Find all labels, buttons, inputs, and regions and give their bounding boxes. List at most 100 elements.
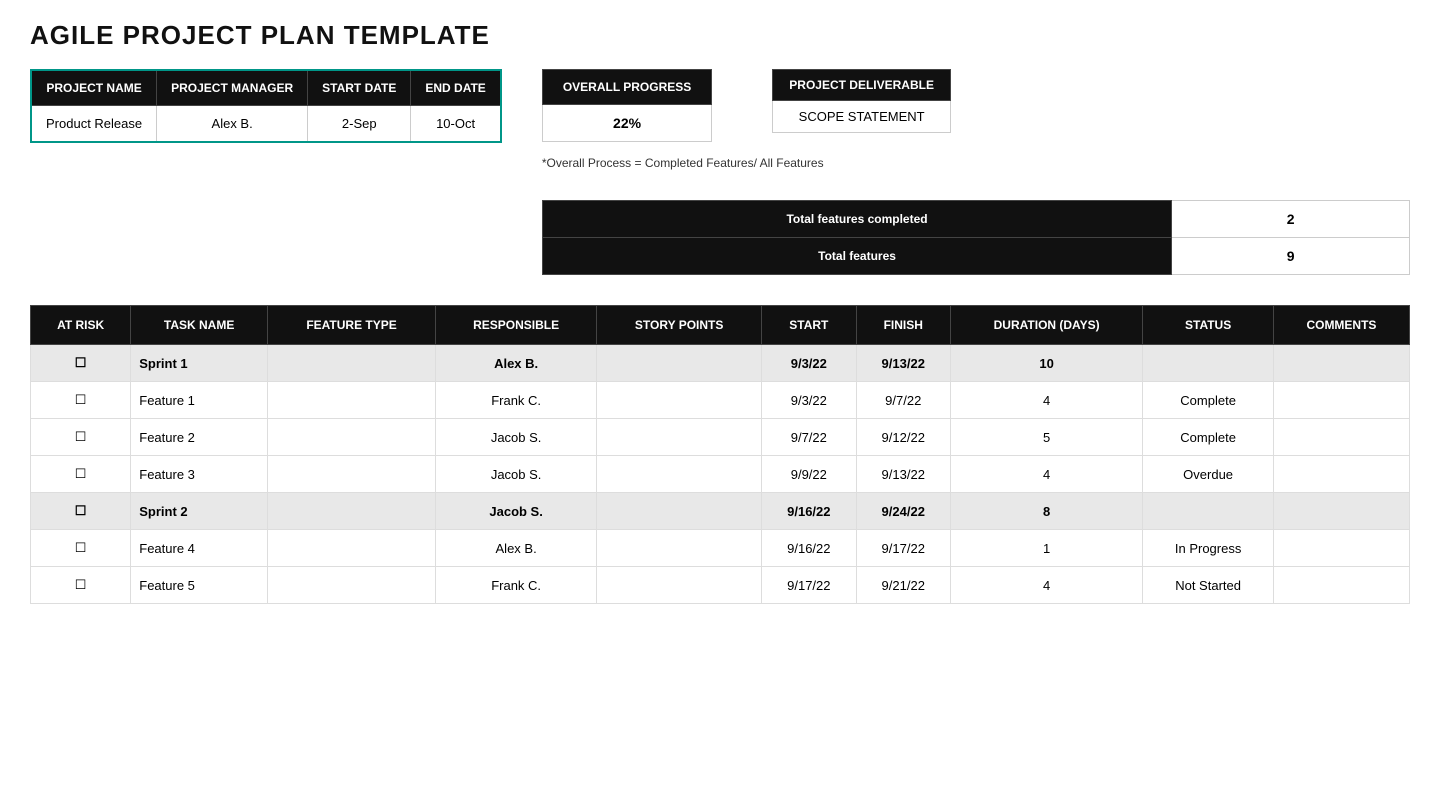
story-points-cell: [597, 567, 762, 604]
deliverable-header: PROJECT DELIVERABLE: [773, 70, 951, 101]
start-cell: 9/17/22: [762, 567, 856, 604]
end-date-value: 10-Oct: [411, 106, 501, 143]
table-row: ☐Feature 5 Frank C. 9/17/229/21/224Not Sta…: [31, 567, 1410, 604]
comments-cell: [1273, 419, 1409, 456]
duration-cell: 4: [950, 567, 1142, 604]
feature-type-cell: [268, 493, 436, 530]
col-at-risk: AT RISK: [31, 306, 131, 345]
top-section: PROJECT NAME PROJECT MANAGER START DATE …: [30, 69, 1410, 275]
status-cell: Complete: [1143, 419, 1274, 456]
overall-progress-value: 22%: [542, 105, 711, 142]
task-name-cell: Feature 5: [131, 567, 268, 604]
status-cell: In Progress: [1143, 530, 1274, 567]
comments-cell: [1273, 493, 1409, 530]
project-info-row: Product Release Alex B. 2-Sep 10-Oct: [31, 106, 501, 143]
responsible-cell: Alex B.: [436, 530, 597, 567]
table-row: ☐Sprint 2 Jacob S. 9/16/229/24/228: [31, 493, 1410, 530]
table-row: ☐Feature 1Frank C.9/3/229/7/224Complete: [31, 382, 1410, 419]
story-points-cell: [597, 456, 762, 493]
duration-cell: 1: [950, 530, 1142, 567]
start-date-value: 2-Sep: [308, 106, 411, 143]
table-row: ☐Feature 2Jacob S.9/7/229/12/225Complete: [31, 419, 1410, 456]
finish-cell: 9/24/22: [856, 493, 950, 530]
finish-cell: 9/21/22: [856, 567, 950, 604]
at-risk-cell: ☐: [31, 530, 131, 567]
status-cell: Overdue: [1143, 456, 1274, 493]
main-table-wrapper: AT RISK TASK NAME FEATURE TYPE RESPONSIB…: [30, 305, 1410, 604]
finish-cell: 9/7/22: [856, 382, 950, 419]
totals-table: Total features completed 2 Total feature…: [542, 200, 1410, 275]
col-comments: COMMENTS: [1273, 306, 1409, 345]
comments-cell: [1273, 530, 1409, 567]
finish-cell: 9/13/22: [856, 345, 950, 382]
comments-cell: [1273, 456, 1409, 493]
task-table-header-row: AT RISK TASK NAME FEATURE TYPE RESPONSIB…: [31, 306, 1410, 345]
col-end-date: END DATE: [411, 70, 501, 106]
finish-cell: 9/12/22: [856, 419, 950, 456]
right-section: OVERALL PROGRESS 22% PROJECT DELIVERABLE: [542, 69, 1410, 275]
totals-row-total: Total features 9: [542, 238, 1409, 275]
col-start: START: [762, 306, 856, 345]
col-feature-type: FEATURE TYPE: [268, 306, 436, 345]
start-cell: 9/9/22: [762, 456, 856, 493]
start-cell: 9/16/22: [762, 493, 856, 530]
table-row: ☐Feature 3Jacob S.9/9/229/13/224Overdue: [31, 456, 1410, 493]
task-name-cell: Feature 4: [131, 530, 268, 567]
responsible-cell: Jacob S.: [436, 456, 597, 493]
overall-progress-header: OVERALL PROGRESS: [542, 70, 711, 105]
responsible-cell: Jacob S.: [436, 493, 597, 530]
project-manager-value: Alex B.: [157, 106, 308, 143]
task-name-cell: Sprint 1: [131, 345, 268, 382]
task-table: AT RISK TASK NAME FEATURE TYPE RESPONSIB…: [30, 305, 1410, 604]
feature-type-cell: [268, 419, 436, 456]
col-duration: DURATION (DAYS): [950, 306, 1142, 345]
task-name-cell: Feature 3: [131, 456, 268, 493]
start-cell: 9/7/22: [762, 419, 856, 456]
duration-cell: 8: [950, 493, 1142, 530]
col-status: STATUS: [1143, 306, 1274, 345]
col-responsible: RESPONSIBLE: [436, 306, 597, 345]
finish-cell: 9/13/22: [856, 456, 950, 493]
duration-cell: 4: [950, 382, 1142, 419]
status-cell: Complete: [1143, 382, 1274, 419]
feature-type-cell: [268, 382, 436, 419]
task-name-cell: Feature 1: [131, 382, 268, 419]
project-info-table: PROJECT NAME PROJECT MANAGER START DATE …: [30, 69, 502, 143]
finish-cell: 9/17/22: [856, 530, 950, 567]
task-name-cell: Sprint 2: [131, 493, 268, 530]
totals-row-completed: Total features completed 2: [542, 201, 1409, 238]
col-task-name: TASK NAME: [131, 306, 268, 345]
story-points-cell: [597, 419, 762, 456]
comments-cell: [1273, 345, 1409, 382]
status-cell: [1143, 345, 1274, 382]
table-row: ☐Feature 4 Alex B. 9/16/229/17/221In Progr…: [31, 530, 1410, 567]
start-cell: 9/3/22: [762, 382, 856, 419]
task-name-cell: Feature 2: [131, 419, 268, 456]
responsible-cell: Alex B.: [436, 345, 597, 382]
formula-note: *Overall Process = Completed Features/ A…: [542, 156, 1410, 170]
start-cell: 9/16/22: [762, 530, 856, 567]
col-project-manager: PROJECT MANAGER: [157, 70, 308, 106]
at-risk-cell: ☐: [31, 456, 131, 493]
table-row: ☐Sprint 1Alex B.9/3/229/13/2210: [31, 345, 1410, 382]
status-cell: Not Started: [1143, 567, 1274, 604]
totals-completed-value: 2: [1172, 201, 1410, 238]
at-risk-cell: ☐: [31, 493, 131, 530]
feature-type-cell: [268, 567, 436, 604]
col-story-points: STORY POINTS: [597, 306, 762, 345]
story-points-cell: [597, 493, 762, 530]
at-risk-cell: ☐: [31, 567, 131, 604]
totals-completed-label: Total features completed: [542, 201, 1171, 238]
responsible-cell: Frank C.: [436, 567, 597, 604]
page-title: AGILE PROJECT PLAN TEMPLATE: [30, 20, 1410, 51]
at-risk-cell: ☐: [31, 345, 131, 382]
deliverable-table: PROJECT DELIVERABLE SCOPE STATEMENT: [772, 69, 951, 133]
at-risk-cell: ☐: [31, 382, 131, 419]
overall-progress-table: OVERALL PROGRESS 22%: [542, 69, 712, 142]
status-cell: [1143, 493, 1274, 530]
feature-type-cell: [268, 530, 436, 567]
responsible-cell: Jacob S.: [436, 419, 597, 456]
totals-total-label: Total features: [542, 238, 1171, 275]
story-points-cell: [597, 382, 762, 419]
duration-cell: 5: [950, 419, 1142, 456]
